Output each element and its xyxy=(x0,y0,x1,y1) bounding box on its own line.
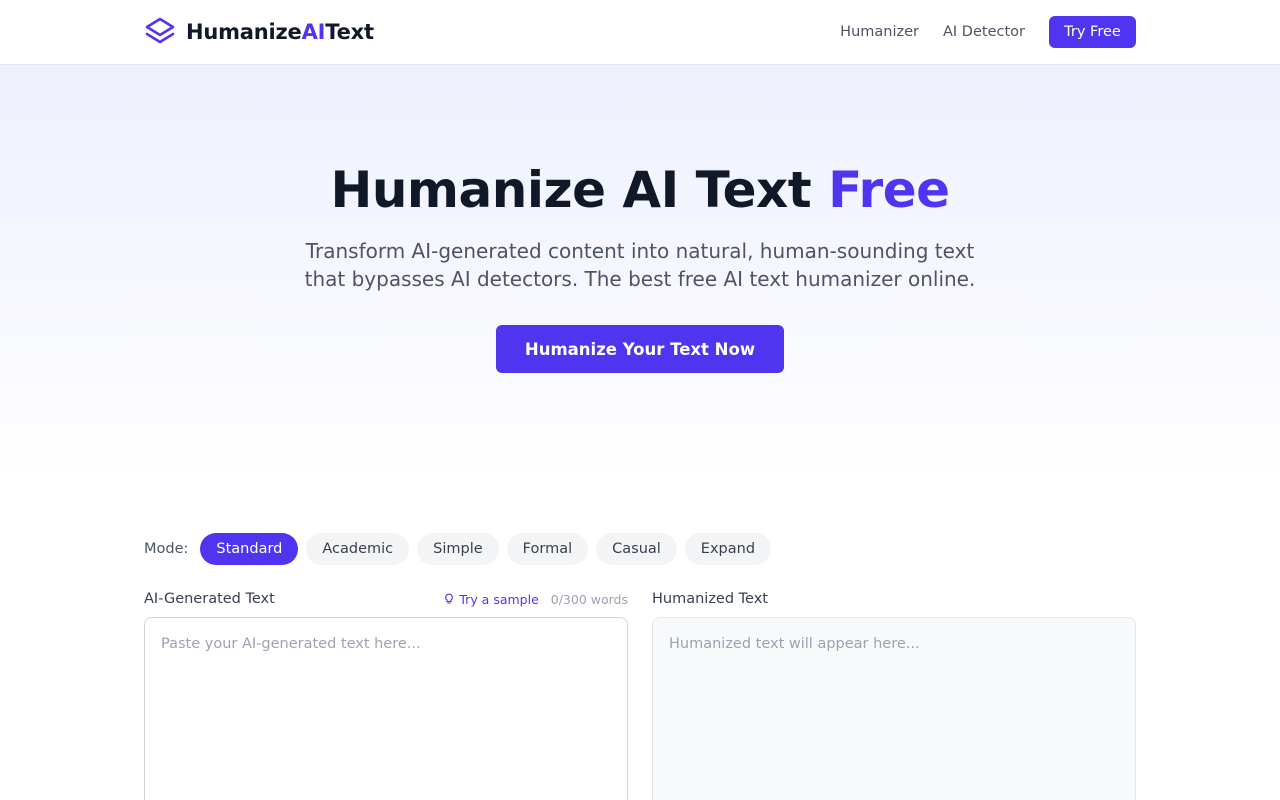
lightbulb-icon xyxy=(445,593,454,604)
brand-logo-link[interactable]: HumanizeAIText xyxy=(144,16,374,48)
try-sample-link[interactable]: Try a sample xyxy=(443,591,539,607)
nav-link-ai-detector[interactable]: AI Detector xyxy=(943,24,1025,40)
brand-name: HumanizeAIText xyxy=(186,20,374,44)
mode-casual-button[interactable]: Casual xyxy=(596,533,677,565)
nav-links: Humanizer AI Detector Try Free xyxy=(840,16,1136,48)
hero-subtitle: Transform AI-generated content into natu… xyxy=(290,237,990,293)
mode-selector: Mode: Standard Academic Simple Formal Ca… xyxy=(144,533,779,565)
top-navbar: HumanizeAIText Humanizer AI Detector Try… xyxy=(0,0,1280,65)
ai-text-input[interactable] xyxy=(145,618,627,800)
input-panel-title: AI-Generated Text xyxy=(144,591,275,607)
input-panel-header: AI-Generated Text Try a sample 0/300 wor… xyxy=(144,589,628,609)
navbar-inner: HumanizeAIText Humanizer AI Detector Try… xyxy=(144,0,1136,64)
humanize-now-button[interactable]: Humanize Your Text Now xyxy=(496,325,784,373)
output-panel-header: Humanized Text xyxy=(652,589,1136,609)
output-panel-title: Humanized Text xyxy=(652,591,768,607)
mode-expand-button[interactable]: Expand xyxy=(684,533,772,565)
input-text-container xyxy=(144,617,628,800)
hero-section: Humanize AI Text Free Transform AI-gener… xyxy=(0,65,1280,480)
brand-name-part3: Text xyxy=(325,20,374,44)
hero-title-main: Humanize AI Text xyxy=(330,161,812,219)
mode-label: Mode: xyxy=(144,541,189,557)
input-panel-tools: Try a sample 0/300 words xyxy=(443,592,628,607)
nav-link-humanizer[interactable]: Humanizer xyxy=(840,24,919,40)
hero-title: Humanize AI Text Free xyxy=(0,161,1280,219)
humanized-output-area: Humanized text will appear here... xyxy=(652,617,1136,800)
hero-title-accent: Free xyxy=(828,161,950,219)
layers-icon xyxy=(145,17,175,44)
try-sample-label: Try a sample xyxy=(459,591,539,607)
brand-name-part1: Humanize xyxy=(186,20,302,44)
hero-subtitle-line2: that bypasses AI detectors. The best fre… xyxy=(304,267,976,291)
mode-standard-button[interactable]: Standard xyxy=(200,533,299,565)
hero-subtitle-line1: Transform AI-generated content into natu… xyxy=(305,239,975,263)
brand-name-accent: AI xyxy=(301,20,326,44)
mode-formal-button[interactable]: Formal xyxy=(506,533,589,565)
word-counter: 0/300 words xyxy=(550,591,628,607)
output-placeholder: Humanized text will appear here... xyxy=(669,636,920,652)
mode-simple-button[interactable]: Simple xyxy=(417,533,499,565)
try-free-button[interactable]: Try Free xyxy=(1049,16,1136,48)
mode-academic-button[interactable]: Academic xyxy=(306,533,410,565)
